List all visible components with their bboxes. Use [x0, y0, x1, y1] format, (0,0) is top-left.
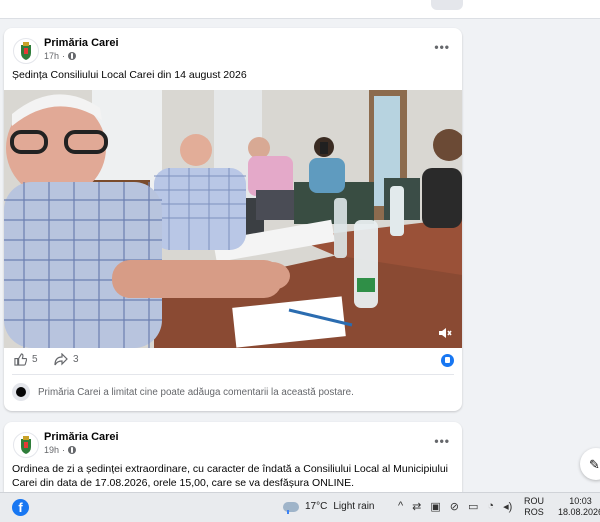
post-text: Ordinea de zi a ședinței extraordinare, …	[12, 463, 448, 489]
wifi-icon[interactable]: ◔	[487, 500, 494, 513]
weather-widget[interactable]: 17°C Light rain	[283, 501, 375, 514]
media-icon[interactable]: ▣	[430, 500, 440, 513]
post-card: Primăria Carei 19h · ••• Ordinea de zi a…	[4, 422, 462, 502]
post-time[interactable]: 19h	[44, 445, 59, 455]
globe-icon	[68, 52, 77, 60]
share-icon	[54, 353, 68, 366]
volume-icon[interactable]: ◂)	[503, 500, 512, 513]
speaker-shape	[439, 328, 452, 338]
page-avatar[interactable]	[13, 38, 39, 64]
clock-date: 18.08.2026	[558, 507, 600, 517]
post-actions: 5 3	[4, 350, 462, 372]
more-options-icon[interactable]: •••	[434, 434, 450, 448]
like-action[interactable]: 5	[14, 353, 38, 366]
clock-time: 10:03	[569, 496, 592, 506]
header-button[interactable]	[431, 0, 463, 10]
user-avatar	[12, 383, 30, 401]
facebook-app-icon[interactable]: f	[12, 499, 29, 516]
post-author[interactable]: Primăria Carei	[44, 37, 119, 49]
coat-of-arms-icon	[21, 42, 31, 60]
post-video[interactable]	[4, 90, 462, 348]
language-primary: ROU	[524, 496, 544, 506]
meeting-video-frame	[4, 90, 462, 348]
post-time[interactable]: 17h	[44, 51, 59, 61]
language-indicator[interactable]: ROU ROS	[524, 496, 544, 518]
weather-temp: 17°C	[305, 501, 328, 512]
thumbs-up-icon	[14, 353, 27, 366]
like-reaction-icon[interactable]	[441, 354, 454, 367]
top-header	[0, 0, 600, 19]
post-author[interactable]: Primăria Carei	[44, 431, 119, 443]
coat-of-arms-icon	[21, 436, 31, 454]
post-header: Primăria Carei 17h · •••	[4, 28, 462, 68]
more-options-icon[interactable]: •••	[434, 40, 450, 54]
separator-dot: ·	[62, 51, 66, 61]
share-action[interactable]: 3	[54, 353, 79, 366]
language-secondary: ROS	[524, 507, 544, 517]
page-avatar[interactable]	[13, 432, 39, 458]
globe-icon	[68, 446, 77, 454]
compose-icon: ✎	[589, 457, 600, 472]
post-header: Primăria Carei 19h · •••	[4, 422, 462, 462]
rain-cloud-icon	[283, 501, 299, 514]
windows-taskbar: f 17°C Light rain ^ ⇄ ▣ ⊘ ▭ ◔ ◂) ROU ROS…	[0, 492, 600, 522]
post-meta: 19h ·	[44, 445, 77, 455]
volume-muted-icon[interactable]	[438, 326, 452, 340]
separator-dot: ·	[62, 445, 66, 455]
post-text: Ședința Consiliului Local Carei din 14 a…	[12, 69, 247, 81]
system-tray: ^ ⇄ ▣ ⊘ ▭ ◔ ◂)	[398, 500, 512, 513]
clock[interactable]: 10:03 18.08.2026	[558, 496, 600, 518]
like-count: 5	[32, 354, 38, 365]
settings-icon[interactable]: ⇄	[412, 500, 421, 513]
weather-desc: Light rain	[333, 501, 375, 512]
no-sync-icon[interactable]: ⊘	[450, 500, 459, 513]
chevron-up-icon[interactable]: ^	[398, 500, 403, 513]
comment-restriction-notice: Primăria Carei a limitat cine poate adău…	[38, 386, 354, 398]
new-message-button[interactable]: ✎	[580, 448, 600, 480]
post-meta: 17h ·	[44, 51, 77, 61]
comment-restriction-row: Primăria Carei a limitat cine poate adău…	[12, 380, 454, 404]
divider	[12, 374, 454, 375]
post-card: Primăria Carei 17h · ••• Ședința Consili…	[4, 28, 462, 411]
share-count: 3	[73, 354, 79, 365]
battery-icon[interactable]: ▭	[468, 500, 478, 513]
